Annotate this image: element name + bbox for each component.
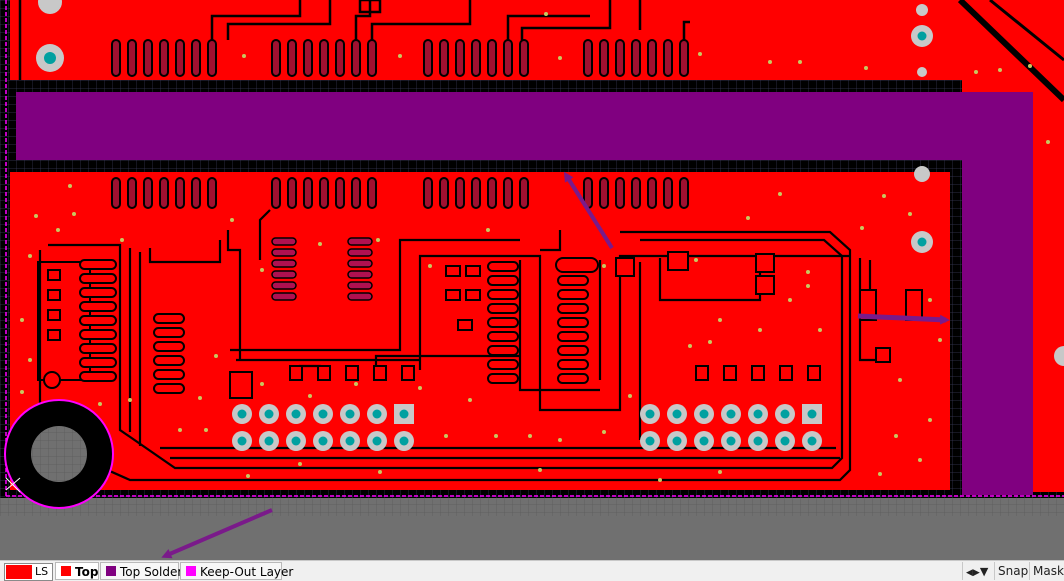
snap-button[interactable]: Snap bbox=[994, 562, 1031, 580]
layer-tab-bar: LS Top Top Solder Keep-Out Layer ◀▶▼ Sna… bbox=[0, 560, 1064, 581]
current-layer-short-label: LS bbox=[35, 565, 49, 578]
pcb-canvas[interactable] bbox=[0, 0, 1064, 560]
current-layer-color-swatch bbox=[6, 565, 32, 579]
tab-layer-top[interactable]: Top bbox=[55, 562, 99, 580]
mounting-hole-bottom-left bbox=[4, 399, 114, 509]
layer-top-swatch bbox=[61, 566, 71, 576]
funnel-icon: ▼ bbox=[979, 565, 989, 578]
layer-keepout-swatch bbox=[186, 566, 196, 576]
scroll-arrows-icon: ◀▶ bbox=[966, 568, 980, 578]
mask-button[interactable]: Mask bbox=[1029, 562, 1064, 580]
tab-layer-top-solder-label: Top Solder bbox=[120, 565, 183, 579]
tab-layer-keepout[interactable]: Keep-Out Layer bbox=[180, 562, 293, 580]
pcb-editor: LS Top Top Solder Keep-Out Layer ◀▶▼ Sna… bbox=[0, 0, 1064, 581]
off-board-grid bbox=[0, 498, 1064, 516]
current-layer-indicator[interactable]: LS bbox=[4, 563, 53, 581]
tab-layer-top-solder[interactable]: Top Solder bbox=[100, 562, 183, 580]
layer-top-solder-swatch bbox=[106, 566, 116, 576]
tab-layer-top-label: Top bbox=[75, 565, 99, 579]
tab-layer-keepout-label: Keep-Out Layer bbox=[200, 565, 294, 579]
